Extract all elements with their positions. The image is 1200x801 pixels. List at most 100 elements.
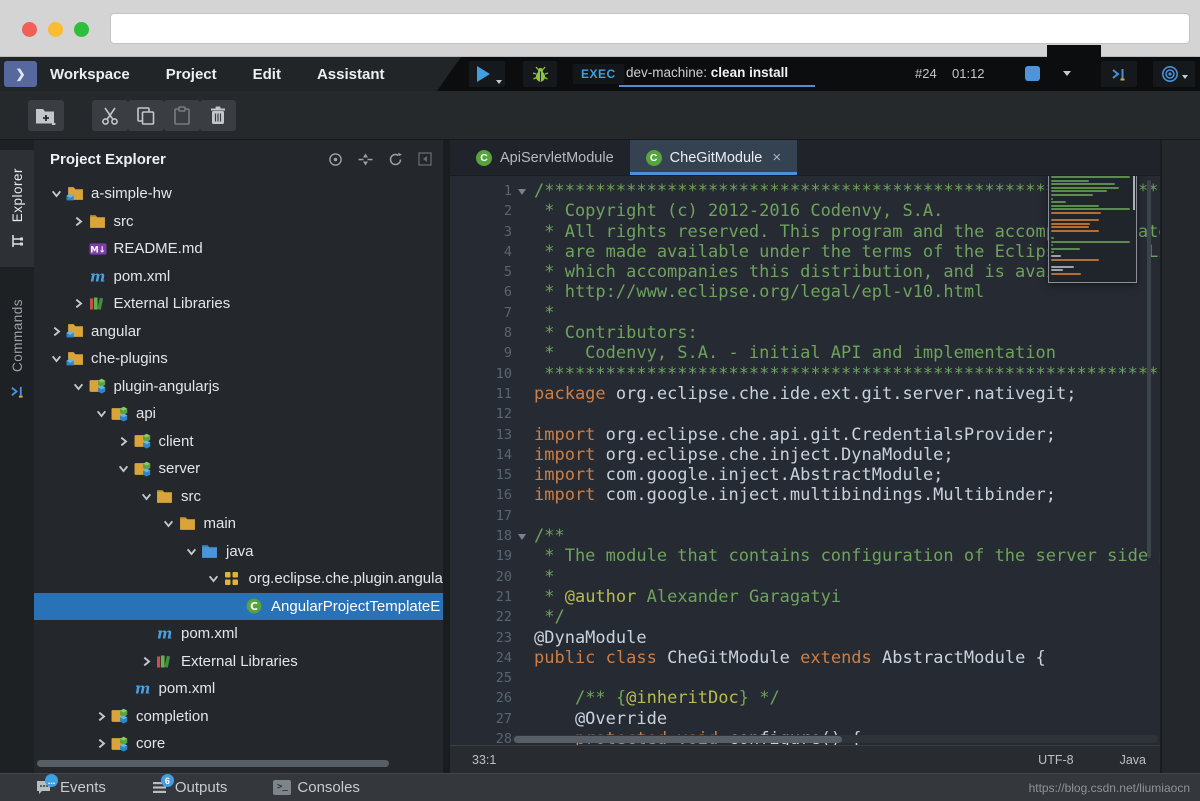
code-line[interactable]: 22 */ xyxy=(450,607,1160,627)
code-line[interactable]: 16import com.google.inject.multibindings… xyxy=(450,485,1160,505)
tree-item[interactable]: org.eclipse.che.plugin.angula xyxy=(34,565,443,593)
code-line[interactable]: 21 * @author Alexander Garagatyi xyxy=(450,587,1160,607)
tree-chevron-icon[interactable] xyxy=(93,738,109,750)
tree-item[interactable]: src xyxy=(34,208,443,236)
tree-chevron-icon[interactable] xyxy=(116,435,132,447)
tree-chevron-icon[interactable] xyxy=(48,325,64,337)
editor-horizontal-scrollbar[interactable] xyxy=(512,735,1158,743)
events-panel-button[interactable]: ... Events xyxy=(36,779,106,796)
code-line[interactable]: 27 @Override xyxy=(450,709,1160,729)
paste-button[interactable] xyxy=(164,100,200,131)
outputs-panel-button[interactable]: 6 Outputs xyxy=(152,779,228,796)
tree-chevron-icon[interactable] xyxy=(71,270,87,282)
menu-project[interactable]: Project xyxy=(166,66,217,83)
editor-tab[interactable]: C ApiServletModule xyxy=(460,140,630,175)
menu-edit[interactable]: Edit xyxy=(253,66,281,83)
code-line[interactable]: 17 xyxy=(450,506,1160,526)
code-line[interactable]: 15import com.google.inject.AbstractModul… xyxy=(450,465,1160,485)
tree-item[interactable]: client xyxy=(34,428,443,456)
menu-workspace[interactable]: Workspace xyxy=(50,66,130,83)
tree-item[interactable]: angular xyxy=(34,318,443,346)
tree-chevron-icon[interactable] xyxy=(138,490,154,502)
debug-button[interactable] xyxy=(523,61,557,87)
menu-assistant[interactable]: Assistant xyxy=(317,66,385,83)
panel-divider[interactable] xyxy=(443,140,450,773)
code-line[interactable]: 24public class CheGitModule extends Abst… xyxy=(450,648,1160,668)
code-line[interactable]: 7 * xyxy=(450,303,1160,323)
machine-terminal-button[interactable] xyxy=(1101,61,1137,87)
rail-tab-explorer[interactable]: Explorer xyxy=(0,150,34,267)
tree-chevron-icon[interactable] xyxy=(71,243,87,255)
locate-file-button[interactable] xyxy=(327,151,343,167)
tree-item[interactable]: mpom.xml xyxy=(34,675,443,703)
code-line[interactable]: 11package org.eclipse.che.ide.ext.git.se… xyxy=(450,384,1160,404)
code-line[interactable]: 14import org.eclipse.che.inject.DynaModu… xyxy=(450,445,1160,465)
tree-chevron-icon[interactable] xyxy=(71,215,87,227)
process-dropdown-caret-icon[interactable] xyxy=(1063,71,1071,76)
tree-item[interactable]: completion xyxy=(34,703,443,731)
command-selector[interactable]: dev-machine: clean install xyxy=(619,61,815,87)
tree-chevron-icon[interactable] xyxy=(93,710,109,722)
tree-chevron-icon[interactable] xyxy=(138,628,154,640)
code-line[interactable]: 12 xyxy=(450,404,1160,424)
code-line[interactable]: 19 * The module that contains configurat… xyxy=(450,546,1160,566)
tree-chevron-icon[interactable] xyxy=(48,188,64,200)
tree-chevron-icon[interactable] xyxy=(116,683,132,695)
tree-item[interactable]: CAngularProjectTemplateE xyxy=(34,593,443,621)
workspace-nav-button[interactable]: ❯ xyxy=(4,61,37,87)
new-project-button[interactable] xyxy=(28,100,64,131)
code-line[interactable]: 20 * xyxy=(450,567,1160,587)
minimize-panel-button[interactable] xyxy=(417,151,433,167)
tree-chevron-icon[interactable] xyxy=(93,408,109,420)
tree-item[interactable]: a-simple-hw xyxy=(34,180,443,208)
tree-item[interactable]: M↓README.md xyxy=(34,235,443,263)
code-line[interactable]: 10 *************************************… xyxy=(450,364,1160,384)
code-line[interactable]: 23@DynaModule xyxy=(450,628,1160,648)
tree-chevron-icon[interactable] xyxy=(71,380,87,392)
rail-tab-commands[interactable]: Commands xyxy=(0,283,34,416)
tree-chevron-icon[interactable] xyxy=(71,298,87,310)
tree-chevron-icon[interactable] xyxy=(228,600,244,612)
window-zoom-button[interactable] xyxy=(74,22,89,37)
tree-item[interactable]: mpom.xml xyxy=(34,620,443,648)
copy-button[interactable] xyxy=(128,100,164,131)
tree-item[interactable]: java xyxy=(34,538,443,566)
code-line[interactable]: 26 /** {@inheritDoc} */ xyxy=(450,688,1160,708)
tree-item[interactable]: mpom.xml xyxy=(34,263,443,291)
editor-tab-active[interactable]: C CheGitModule × xyxy=(630,140,797,175)
tree-chevron-icon[interactable] xyxy=(116,463,132,475)
tree-item[interactable]: core xyxy=(34,730,443,757)
tree-item[interactable]: External Libraries xyxy=(34,290,443,318)
tree-chevron-icon[interactable] xyxy=(48,353,64,365)
tree-item[interactable]: api xyxy=(34,400,443,428)
consoles-panel-button[interactable]: >_ Consoles xyxy=(273,779,360,796)
code-line[interactable]: 25 xyxy=(450,668,1160,688)
tree-item[interactable]: plugin-angularjs xyxy=(34,373,443,401)
tree-item[interactable]: main xyxy=(34,510,443,538)
tab-close-icon[interactable]: × xyxy=(772,149,781,166)
window-close-button[interactable] xyxy=(22,22,37,37)
tree-item[interactable]: che-plugins xyxy=(34,345,443,373)
editor-vertical-scrollbar[interactable] xyxy=(1147,180,1151,558)
code-line[interactable]: 6 * http://www.eclipse.org/legal/epl-v10… xyxy=(450,282,1160,302)
tree-item[interactable]: External Libraries xyxy=(34,648,443,676)
target-selector-button[interactable] xyxy=(1153,61,1195,87)
tree-chevron-icon[interactable] xyxy=(138,655,154,667)
run-button[interactable] xyxy=(469,61,505,87)
tree-chevron-icon[interactable] xyxy=(206,573,222,585)
project-tree[interactable]: a-simple-hwsrcM↓README.mdmpom.xmlExterna… xyxy=(34,180,443,757)
code-editor[interactable]: 1/**************************************… xyxy=(450,176,1160,745)
stop-button[interactable] xyxy=(1025,66,1040,81)
delete-button[interactable] xyxy=(200,100,236,131)
code-line[interactable]: 9 * Codenvy, S.A. - initial API and impl… xyxy=(450,343,1160,363)
tree-horizontal-scrollbar[interactable] xyxy=(34,759,443,767)
browser-address-bar[interactable] xyxy=(110,13,1190,44)
fold-marker-icon[interactable] xyxy=(512,181,534,201)
fold-marker-icon[interactable] xyxy=(512,526,534,546)
code-line[interactable]: 18/** xyxy=(450,526,1160,546)
tree-chevron-icon[interactable] xyxy=(161,518,177,530)
cut-button[interactable] xyxy=(92,100,128,131)
window-minimize-button[interactable] xyxy=(48,22,63,37)
refresh-button[interactable] xyxy=(387,151,403,167)
collapse-all-button[interactable] xyxy=(357,151,373,167)
